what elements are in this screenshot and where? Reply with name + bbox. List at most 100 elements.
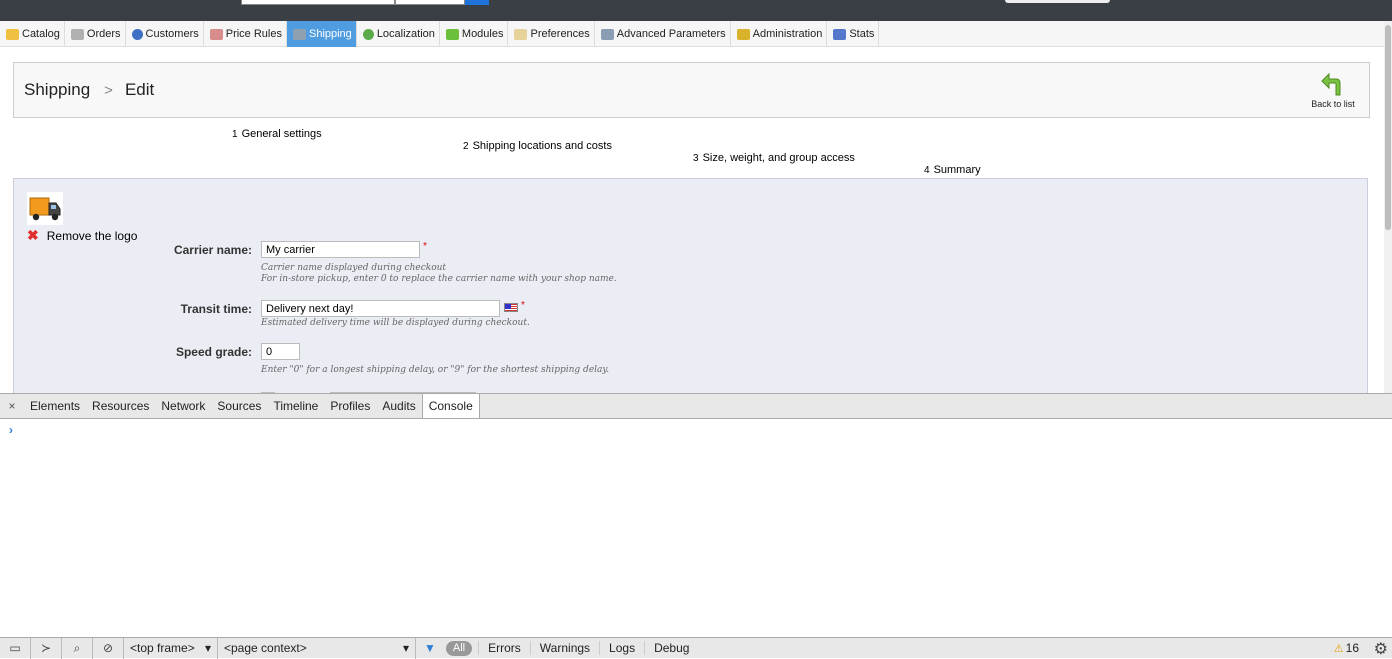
devtools-tab-audits[interactable]: Audits: [376, 394, 421, 418]
warnings-counter[interactable]: ⚠ 16: [1334, 641, 1359, 655]
menu-item-label: Administration: [752, 28, 823, 40]
cart-icon: [70, 28, 84, 40]
filter-icon[interactable]: ▼: [416, 641, 444, 655]
search-type-select[interactable]: [395, 0, 465, 5]
preferences-icon: [514, 28, 528, 40]
devtools-tab-network[interactable]: Network: [155, 394, 211, 418]
menu-item-label: Localization: [376, 28, 435, 40]
filter-warnings[interactable]: Warnings: [529, 641, 599, 655]
menu-item-customers[interactable]: Customers: [126, 21, 204, 47]
search-icon[interactable]: ⌕: [62, 637, 93, 659]
transit-time-hint: Estimated delivery time will be displaye…: [261, 318, 530, 328]
carrier-name-label: Carrier name:: [173, 243, 252, 257]
menu-item-label: Orders: [86, 28, 121, 40]
page-header: Shipping > Edit Back to list: [13, 62, 1370, 118]
dropdown-arrow-icon: ▾: [402, 641, 409, 655]
menu-item-pref[interactable]: Preferences: [508, 21, 595, 47]
menu-item-label: Stats: [849, 28, 875, 40]
breadcrumb-section[interactable]: Shipping: [24, 80, 90, 100]
language-flag-icon[interactable]: [504, 303, 518, 312]
filter-all-button[interactable]: All: [445, 640, 473, 656]
warning-icon: ⚠: [1333, 642, 1344, 655]
devtools-tab-sources[interactable]: Sources: [211, 394, 267, 418]
menu-item-label: Catalog: [22, 28, 60, 40]
puzzle-icon: [445, 28, 459, 40]
remove-logo-link[interactable]: ✖ Remove the logo: [27, 227, 137, 244]
carrier-name-hint: Carrier name displayed during checkout F…: [261, 263, 617, 284]
menu-item-label: Customers: [145, 28, 199, 40]
settings-gear-icon[interactable]: ⚙: [1374, 639, 1388, 659]
carrier-logo: [27, 192, 63, 225]
devtools-tabbar: × Elements Resources Network Sources Timelin…: [0, 393, 1392, 419]
filter-debug[interactable]: Debug: [644, 641, 698, 655]
speed-grade-label: Speed grade:: [175, 345, 252, 359]
remove-logo-label: Remove the logo: [46, 228, 138, 243]
frame-select[interactable]: <top frame> ▾: [124, 637, 218, 659]
speed-grade-hint: Enter "0" for a longest shipping delay, …: [261, 365, 610, 375]
step-size-weight[interactable]: 3 Size, weight, and group access: [693, 152, 855, 164]
search-button[interactable]: [465, 0, 489, 5]
breadcrumb-page: Edit: [124, 80, 155, 99]
devtools-panel: × Elements Resources Network Sources Timelin…: [0, 393, 1392, 659]
wrench-icon: [600, 28, 614, 40]
top-header-bar: [0, 0, 1392, 21]
menu-item-local[interactable]: Localization: [357, 21, 440, 47]
filter-logs[interactable]: Logs: [599, 641, 644, 655]
show-drawer-icon[interactable]: ≻: [31, 637, 62, 659]
truck-icon: [292, 28, 306, 40]
user-icon: [131, 28, 143, 40]
menu-item-label: Shipping: [308, 28, 352, 40]
menu-item-adv[interactable]: Advanced Parameters: [595, 21, 731, 47]
back-to-list-button[interactable]: Back to list: [1307, 71, 1359, 109]
price-tag-icon: [209, 28, 223, 40]
folder-icon: [6, 28, 19, 40]
devtools-tab-resources[interactable]: Resources: [86, 394, 155, 418]
transit-time-label: Transit time:: [180, 302, 252, 316]
menu-item-shipping[interactable]: Shipping: [286, 21, 357, 47]
breadcrumb: Shipping > Edit: [24, 80, 154, 100]
truck-icon: [29, 197, 61, 221]
transit-time-input[interactable]: [261, 300, 500, 317]
devtools-tab-elements[interactable]: Elements: [24, 394, 86, 418]
key-icon: [736, 28, 750, 40]
main-menu: Catalog Orders Customers Price Rules Shippin…: [0, 21, 1384, 47]
carrier-name-input[interactable]: [261, 241, 420, 258]
menu-item-modules[interactable]: Modules: [440, 21, 509, 47]
step-shipping-locations[interactable]: 2 Shipping locations and costs: [463, 140, 612, 152]
dock-toggle-icon[interactable]: ▭: [0, 637, 31, 659]
menu-item-label: Preferences: [530, 28, 590, 40]
menu-item-orders[interactable]: Orders: [65, 21, 126, 47]
devtools-statusbar: ▭ ≻ ⌕ ⊘ <top frame> ▾ <page context> ▾ ▼ A…: [0, 637, 1392, 659]
dropdown-arrow-icon: ▾: [204, 641, 211, 655]
back-to-list-label: Back to list: [1311, 99, 1355, 109]
console-prompt[interactable]: ›: [9, 423, 13, 437]
context-select[interactable]: <page context> ▾: [218, 637, 416, 659]
wizard-steps: 1 General settings 2 Shipping locations an…: [0, 126, 1392, 178]
required-mark: *: [423, 241, 427, 252]
menu-item-price[interactable]: Price Rules: [204, 21, 287, 47]
filter-errors[interactable]: Errors: [478, 641, 530, 655]
globe-icon: [362, 28, 374, 40]
carrier-form: ✖ Remove the logo Carrier name: * Carrie…: [13, 178, 1368, 395]
page-scrollbar[interactable]: [1384, 21, 1392, 393]
menu-item-catalog[interactable]: Catalog: [0, 21, 65, 47]
remove-icon: ✖: [27, 227, 39, 243]
speed-grade-input[interactable]: [261, 343, 300, 360]
breadcrumb-separator: >: [104, 81, 113, 99]
devtools-tab-console[interactable]: Console: [421, 394, 480, 418]
devtools-tab-profiles[interactable]: Profiles: [324, 394, 376, 418]
search-input[interactable]: [241, 0, 395, 5]
devtools-close-button[interactable]: ×: [0, 399, 24, 413]
devtools-tab-timeline[interactable]: Timeline: [267, 394, 324, 418]
menu-item-stats[interactable]: Stats: [827, 21, 880, 47]
menu-item-label: Advanced Parameters: [616, 28, 726, 40]
menu-item-label: Modules: [461, 28, 504, 40]
back-arrow-icon: [1321, 72, 1341, 96]
step-general-settings[interactable]: 1 General settings: [232, 128, 322, 140]
clear-console-icon[interactable]: ⊘: [93, 637, 124, 659]
required-mark: *: [521, 300, 525, 311]
menu-item-admin[interactable]: Administration: [731, 21, 828, 47]
top-right-control[interactable]: [1005, 0, 1110, 3]
step-summary[interactable]: 4 Summary: [924, 164, 981, 176]
bar-chart-icon: [833, 28, 847, 40]
